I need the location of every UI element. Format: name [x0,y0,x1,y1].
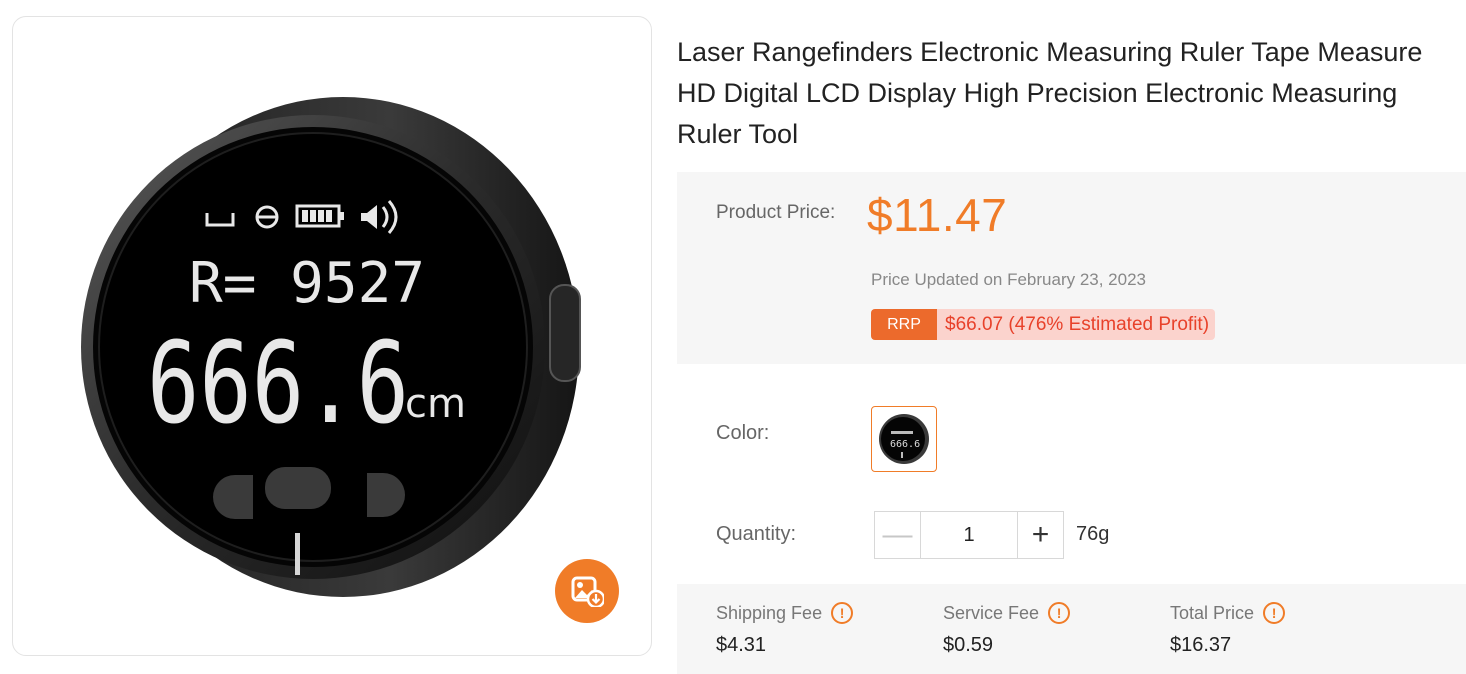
product-image: R= 9527 666.6 cm [81,97,581,597]
service-fee-label: Service Fee [943,602,1040,623]
price-panel: Product Price: $11.47 Price Updated on F… [677,172,1466,364]
color-swatch-black[interactable]: 666.6 [871,406,937,472]
service-fee-value: $0.59 [943,634,994,656]
product-page: R= 9527 666.6 cm Laser Rangefinders Elec… [0,0,1466,674]
product-title: Laser Rangefinders Electronic Measuring … [677,37,1423,149]
product-price-label: Product Price: [716,202,836,223]
lcd-reading-text: R= 9527 [189,251,425,316]
shipping-fee-label: Shipping Fee [716,602,823,623]
fees-panel: Shipping Fee! $4.31 Service Fee! $0.59 T… [677,584,1466,674]
lcd-unit: cm [405,381,466,427]
service-fee-info-icon[interactable]: ! [1048,602,1071,624]
service-fee: Service Fee! $0.59 [943,602,1071,657]
shipping-fee-value: $4.31 [716,634,767,656]
rrp-row: RRP $66.07 (476% Estimated Profit) [871,309,1216,340]
rrp-badge: RRP [871,309,937,340]
product-image-card[interactable]: R= 9527 666.6 cm [12,16,652,656]
quantity-input[interactable] [921,511,1017,559]
quantity-label: Quantity: [716,523,797,545]
save-image-icon [571,576,604,607]
lcd-main-value: 666.6 [147,319,409,449]
quantity-increment-button[interactable]: + [1017,511,1064,559]
total-price-info-icon[interactable]: ! [1263,602,1286,624]
color-swatch-thumbnail: 666.6 [879,414,929,464]
color-label: Color: [716,422,770,444]
save-image-button[interactable] [555,559,619,623]
rrp-profit-text: $66.07 (476% Estimated Profit) [937,309,1216,340]
shipping-fee: Shipping Fee! $4.31 [716,602,854,657]
total-price: Total Price! $16.37 [1170,602,1286,657]
quantity-stepper: — + [874,511,1064,559]
product-weight: 76g [1076,523,1110,545]
total-price-label: Total Price [1170,602,1255,623]
swatch-display-text: 666.6 [890,439,920,450]
shipping-fee-info-icon[interactable]: ! [831,602,854,624]
price-updated-text: Price Updated on February 23, 2023 [871,270,1147,289]
total-price-value: $16.37 [1170,634,1232,656]
product-price-value: $11.47 [867,189,1008,241]
quantity-decrement-button[interactable]: — [874,511,921,559]
